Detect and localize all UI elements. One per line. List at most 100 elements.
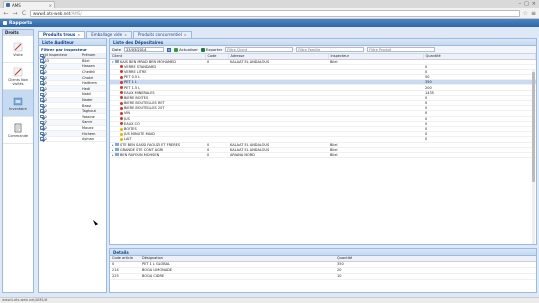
client-filter-input[interactable] (225, 46, 294, 53)
designation-cell: BOGA CIDRE (140, 273, 335, 280)
row-checkbox-cell[interactable] (39, 91, 44, 98)
row-checkbox[interactable] (40, 64, 44, 69)
forward-icon[interactable]: → (12, 10, 18, 17)
browser-menu-icon[interactable]: ≡ (531, 10, 536, 17)
row-checkbox-cell[interactable] (39, 125, 44, 132)
row-checkbox[interactable] (40, 120, 44, 125)
details-table: Code article Désignation Quantité 0 PET 1… (110, 256, 536, 280)
refresh-button[interactable]: Actualiser (174, 47, 198, 52)
row-checkbox[interactable] (40, 103, 44, 108)
row-checkbox-cell[interactable] (39, 102, 44, 109)
client-name: VERRE LITRE (124, 69, 147, 74)
calendar-icon[interactable] (167, 47, 172, 52)
select-all-checkbox[interactable] (40, 53, 44, 57)
rail-item-label: Commande (7, 133, 29, 138)
row-checkbox[interactable] (40, 81, 44, 85)
client-name: BIERE BOUTEILLES 20T (124, 106, 165, 111)
window-close-icon[interactable]: × (532, 1, 536, 7)
row-checkbox[interactable] (40, 59, 44, 63)
rail-item-commande[interactable]: Commande (3, 117, 33, 144)
row-checkbox-cell[interactable] (39, 113, 44, 120)
row-checkbox-cell[interactable] (39, 58, 44, 65)
tab-produits-trous[interactable]: Produits trous × (38, 31, 86, 38)
famille-filter-input[interactable] (296, 46, 365, 53)
auditeur-panel-title: Liste Auditeur (39, 39, 106, 46)
depositaires-rows: ▾ KAIS BEN MRAD BEN MOHAMED 0 KALAAT EL AND… (110, 59, 536, 159)
row-checkbox-cell[interactable] (39, 80, 44, 87)
tab-emballage-vide[interactable]: Emballage vide × (86, 31, 132, 38)
row-checkbox-cell[interactable] (39, 130, 44, 137)
refresh-icon (174, 47, 179, 52)
product-icon (120, 86, 123, 90)
row-checkbox-cell[interactable] (39, 119, 44, 126)
address-bar-row: ← → C www4.ats-web.net/AMS/ ☆ ≡ (0, 8, 539, 19)
product-icon (120, 122, 123, 126)
inspector-filter-label: Filtrer par inspecteur (41, 47, 87, 52)
browser-tab[interactable]: AMS × (3, 1, 55, 8)
row-checkbox[interactable] (40, 126, 44, 130)
date-field[interactable] (124, 46, 165, 53)
row-checkbox[interactable] (40, 131, 44, 136)
row-checkbox-cell[interactable] (39, 63, 44, 70)
client-cell: ▸ BEN RAYOUN MOHSEN (110, 152, 205, 159)
rail-item-visite[interactable]: Visite (3, 36, 33, 63)
product-icon (120, 70, 123, 74)
favicon-icon (6, 3, 10, 7)
app-title: Rapports (9, 20, 33, 26)
client-name: STE BEN SASSI FAOUZI ET FRERES (120, 142, 181, 147)
export-button[interactable]: Exporter (200, 47, 222, 52)
url-field[interactable]: www4.ats-web.net/AMS/ (30, 9, 520, 17)
row-checkbox[interactable] (40, 70, 44, 74)
row-checkbox-cell[interactable] (39, 97, 44, 104)
tree-scrollbar[interactable] (532, 70, 535, 244)
back-icon[interactable]: ← (3, 10, 9, 17)
row-checkbox-cell[interactable] (39, 108, 44, 115)
maximize-icon[interactable]: □ (524, 1, 529, 7)
product-icon (120, 132, 123, 136)
date-label: Date (112, 47, 122, 52)
rail-item-inventaire[interactable]: Inventaire (3, 90, 33, 117)
rail-item-clients-non-visites[interactable]: Clients Non visités (3, 63, 33, 90)
adresse-cell: ARIANA NORD (228, 152, 328, 159)
row-checkbox-cell[interactable] (39, 136, 44, 143)
row-checkbox-cell[interactable] (39, 74, 44, 81)
produit-filter-input[interactable] (367, 46, 436, 53)
reload-icon[interactable]: C (21, 10, 27, 17)
tab-produits-concurrentiel[interactable]: Produits concurrentiel × (133, 31, 192, 38)
product-icon (120, 111, 123, 115)
product-icon (120, 137, 123, 141)
client-name: PET 1 L (124, 80, 137, 85)
client-folder-icon (115, 153, 119, 157)
code-cell: 0 (205, 152, 228, 159)
scrollbar-thumb[interactable] (532, 72, 535, 182)
client-folder-icon (115, 148, 119, 152)
row-checkbox[interactable] (40, 87, 44, 91)
excel-icon (200, 47, 205, 52)
pen-icon (13, 67, 23, 76)
row-checkbox-cell[interactable] (39, 85, 44, 93)
client-row[interactable]: ▸ BEN RAYOUN MOHSEN 0 ARIANA NORD Bilel (110, 152, 536, 159)
row-checkbox[interactable] (40, 114, 44, 119)
row-checkbox[interactable] (40, 98, 44, 102)
client-name: BIERE BOITES (124, 95, 149, 100)
row-checkbox-cell[interactable] (39, 69, 44, 76)
window-controls: – □ × (519, 0, 539, 8)
row-checkbox[interactable] (40, 92, 44, 97)
row-checkbox[interactable] (40, 75, 44, 80)
table-row[interactable]: 0 Ayman (39, 136, 106, 143)
client-name: BEN RAYOUN MOHSEN (120, 152, 160, 157)
minimize-icon[interactable]: – (519, 1, 522, 7)
quantite-cell (423, 152, 536, 159)
client-name: VIN (124, 111, 131, 116)
client-name: JUS MINUTE MAID (124, 132, 155, 137)
tab-close-icon[interactable]: × (49, 3, 52, 8)
bookmark-star-icon[interactable]: ☆ (523, 10, 528, 17)
details-panel: Details Code article Désignation Quantit… (109, 248, 537, 293)
browser-status-bar: www4.ats-web.net/AMS/# (0, 297, 539, 303)
product-icon (120, 127, 123, 131)
table-row[interactable]: 225 BOGA CIDRE 10 (110, 273, 536, 280)
client-name: KAIS BEN MRAD BEN MOHAMED (120, 59, 176, 64)
depositaires-panel-title: Liste des Dépositaires (110, 39, 536, 46)
row-checkbox[interactable] (40, 109, 44, 113)
row-checkbox[interactable] (40, 137, 44, 141)
